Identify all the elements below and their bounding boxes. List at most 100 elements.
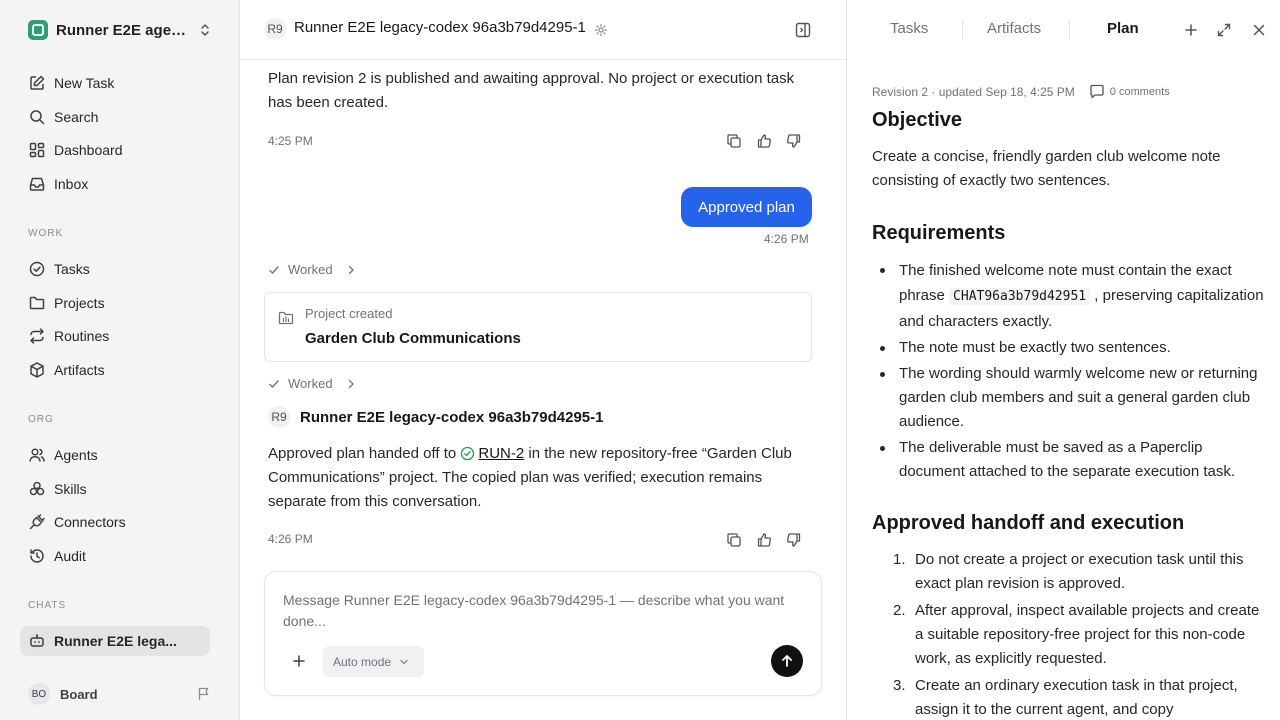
- history-icon: [30, 549, 44, 563]
- workspace-switcher[interactable]: Runner E2E agen...: [28, 18, 214, 42]
- panel-toggle-icon[interactable]: [794, 21, 812, 39]
- message-input[interactable]: Message Runner E2E legacy-codex 96a3b79d…: [283, 590, 793, 632]
- list-item: The deliverable must be saved as a Paper…: [872, 436, 1267, 484]
- send-button[interactable]: [771, 645, 803, 677]
- nav-connectors[interactable]: Connectors: [20, 507, 210, 537]
- thumbs-down-icon[interactable]: [786, 532, 802, 548]
- objective-body: Create a concise, friendly garden club w…: [872, 145, 1267, 193]
- list-item: 3. Create an ordinary execution task in t…: [893, 677, 1238, 718]
- section-heading: Approved handoff and execution: [872, 512, 1185, 534]
- search-icon: [30, 110, 45, 125]
- expand-icon[interactable]: [1216, 22, 1232, 38]
- user-message-bubble: Approved plan: [681, 187, 812, 227]
- nav-label: Tasks: [54, 261, 90, 277]
- nav-agents[interactable]: Agents: [20, 440, 210, 470]
- bot-icon: [30, 634, 44, 647]
- chevron-up-down-icon: [201, 24, 209, 36]
- requirements-list: The finished welcome note must contain t…: [872, 258, 1267, 484]
- section-heading: Objective: [872, 109, 963, 131]
- nav-new-task[interactable]: New Task: [20, 68, 210, 98]
- agent-avatar: R9: [268, 406, 290, 428]
- nav-projects[interactable]: Projects: [20, 288, 210, 318]
- task-link[interactable]: RUN-2: [478, 445, 524, 462]
- tab-divider: [962, 20, 963, 40]
- workspace-name: Runner E2E agen...: [56, 21, 191, 39]
- nav-label: Skills: [54, 481, 87, 497]
- tab-plan[interactable]: Plan: [1107, 20, 1139, 37]
- message-text: Approved plan handed off to: [268, 445, 461, 462]
- worked-toggle[interactable]: Worked: [268, 262, 355, 277]
- thumbs-up-icon[interactable]: [756, 532, 772, 548]
- list-item: The note must be exactly two sentences.: [872, 336, 1267, 360]
- gear-icon[interactable]: [594, 23, 608, 37]
- check-icon: [269, 379, 279, 388]
- card-kicker: Project created: [305, 306, 393, 321]
- chevron-right-icon: [348, 265, 354, 274]
- nav-inbox[interactable]: Inbox: [20, 169, 210, 199]
- thumbs-up-icon[interactable]: [756, 133, 772, 149]
- agent-message: Plan revision 2 is published and awaitin…: [268, 70, 795, 111]
- nav-audit[interactable]: Audit: [20, 541, 210, 571]
- chat-panel: R9 Runner E2E legacy-codex 96a3b79d4295-…: [240, 0, 846, 720]
- plus-icon[interactable]: [291, 653, 307, 669]
- list-item: 1. Do not create a project or execution t…: [893, 551, 1244, 592]
- agent-message: Approved plan handed off to RUN-2 in the…: [268, 442, 808, 514]
- mode-select[interactable]: Auto mode: [323, 646, 424, 677]
- check-circle-icon: [29, 261, 45, 277]
- nav-artifacts[interactable]: Artifacts: [20, 355, 210, 385]
- board-user[interactable]: BO Board: [28, 682, 214, 706]
- agent-avatar: R9: [264, 18, 286, 40]
- plug-icon: [29, 514, 45, 530]
- check-icon: [269, 265, 279, 274]
- flag-icon[interactable]: [196, 686, 212, 702]
- comments-count: 0 comments: [1109, 85, 1170, 98]
- copy-icon[interactable]: [726, 133, 742, 149]
- comments-button[interactable]: 0 comments: [1089, 84, 1170, 99]
- list-item: The finished welcome note must contain t…: [872, 258, 1267, 334]
- plus-icon[interactable]: [1183, 22, 1199, 38]
- message-composer: Message Runner E2E legacy-codex 96a3b79d…: [264, 571, 822, 696]
- nav-label: Runner E2E lega...: [54, 633, 177, 649]
- inbox-icon: [29, 177, 45, 191]
- box-icon: [30, 362, 44, 378]
- nav-skills[interactable]: Skills: [20, 474, 210, 504]
- arrow-up-icon: [782, 655, 792, 667]
- nav-tasks[interactable]: Tasks: [20, 254, 210, 284]
- nav-label: Inbox: [54, 176, 89, 192]
- worked-label: Worked: [288, 262, 333, 277]
- agent-name: Runner E2E legacy-codex 96a3b79d4295-1: [300, 408, 604, 426]
- tab-divider: [1069, 20, 1070, 40]
- edit-icon: [30, 75, 45, 90]
- repeat-icon: [30, 328, 44, 344]
- board-label: Board: [60, 686, 98, 702]
- close-icon[interactable]: [1251, 22, 1267, 38]
- section-label-chats: CHATS: [28, 600, 67, 611]
- sidebar: Runner E2E agen... New Task Search Dashb…: [0, 0, 240, 720]
- nav-label: Artifacts: [54, 362, 105, 378]
- nav-label: Dashboard: [54, 142, 123, 158]
- tab-artifacts[interactable]: Artifacts: [987, 20, 1041, 37]
- worked-toggle[interactable]: Worked: [268, 376, 355, 391]
- nav-label: New Task: [54, 75, 115, 91]
- project-created-card[interactable]: Project created Garden Club Communicatio…: [264, 292, 812, 362]
- chevron-down-icon: [400, 659, 408, 664]
- section-label-work: WORK: [28, 228, 64, 239]
- agent-header: R9 Runner E2E legacy-codex 96a3b79d4295-…: [268, 406, 604, 428]
- nav-label: Search: [54, 109, 99, 125]
- nav-dashboard[interactable]: Dashboard: [20, 135, 210, 165]
- nav-label: Routines: [54, 328, 110, 344]
- nav-label: Projects: [54, 295, 105, 311]
- copy-icon[interactable]: [726, 532, 742, 548]
- worked-label: Worked: [288, 376, 333, 391]
- nav-label: Audit: [54, 548, 86, 564]
- nav-routines[interactable]: Routines: [20, 321, 210, 351]
- list-item: 2. After approval, inspect available proj…: [893, 602, 1260, 667]
- nav-search[interactable]: Search: [20, 102, 210, 132]
- message-time: 4:26 PM: [268, 532, 313, 546]
- project-name: Garden Club Communications: [305, 330, 521, 347]
- thumbs-down-icon[interactable]: [786, 133, 802, 149]
- chat-item-runner[interactable]: Runner E2E lega...: [20, 626, 210, 656]
- chevron-right-icon: [348, 379, 354, 388]
- folder-icon: [29, 296, 45, 310]
- tab-tasks[interactable]: Tasks: [890, 20, 928, 37]
